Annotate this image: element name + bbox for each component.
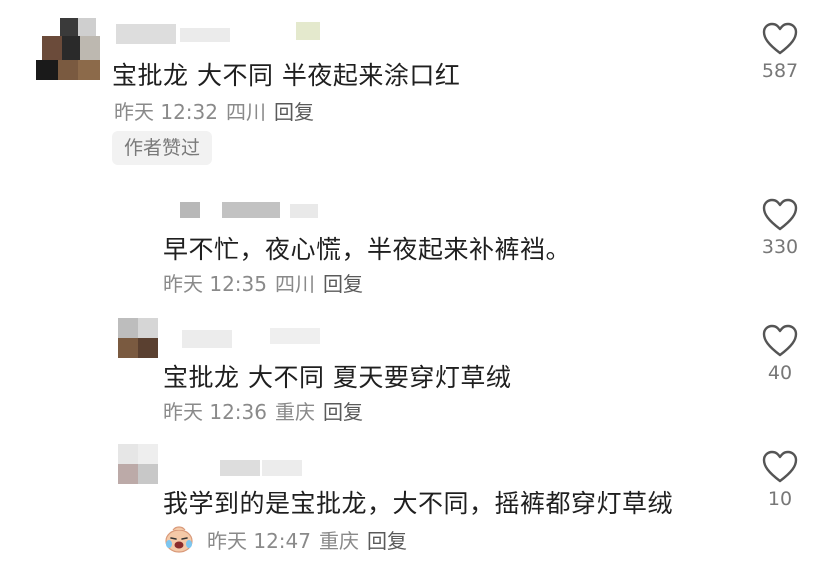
comment-meta: 昨天 12:35 四川 回复 — [163, 268, 371, 297]
comment-text: 宝批龙 大不同 夏天要穿灯草绒 — [163, 363, 512, 392]
comment-location: 四川 — [275, 272, 315, 296]
reply-button[interactable]: 回复 — [323, 400, 363, 424]
comment-meta: 昨天 12:32 四川 回复 — [114, 96, 322, 125]
comment-time: 昨天 12:36 — [163, 400, 267, 424]
comment-location: 四川 — [226, 100, 266, 124]
comment-time: 昨天 12:32 — [114, 100, 218, 124]
like-count: 40 — [767, 362, 793, 384]
comment-time: 昨天 12:47 — [207, 529, 311, 553]
like-count: 330 — [761, 236, 799, 258]
comment-location: 重庆 — [319, 529, 359, 553]
heart-outline-icon — [762, 22, 798, 55]
comment-meta: 昨天 12:36 重庆 回复 — [163, 396, 371, 425]
like-button[interactable]: 587 — [750, 22, 810, 82]
comment-meta: 昨天 12:47 重庆 回复 — [163, 524, 415, 559]
like-button[interactable]: 40 — [750, 324, 810, 384]
like-count: 10 — [767, 488, 793, 510]
reply-button[interactable]: 回复 — [323, 272, 363, 296]
comment-text: 宝批龙 大不同 半夜起来涂口红 — [112, 61, 461, 90]
heart-outline-icon — [762, 198, 798, 231]
reply-button[interactable]: 回复 — [274, 100, 314, 124]
author-liked-badge: 作者赞过 — [112, 131, 213, 165]
reply-button[interactable]: 回复 — [367, 529, 407, 553]
comment-text: 早不忙，夜心慌，半夜起来补裤裆。 — [163, 235, 572, 264]
heart-outline-icon — [762, 450, 798, 483]
avatar[interactable] — [36, 18, 102, 84]
comment-time: 昨天 12:35 — [163, 272, 267, 296]
avatar[interactable] — [118, 444, 160, 486]
heart-outline-icon — [762, 324, 798, 357]
avatar[interactable] — [118, 318, 160, 360]
like-button[interactable]: 10 — [750, 450, 810, 510]
like-button[interactable]: 330 — [750, 198, 810, 258]
comment-location: 重庆 — [275, 400, 315, 424]
crying-laughing-emoji-icon — [163, 524, 195, 559]
like-count: 587 — [761, 60, 799, 82]
comment-text: 我学到的是宝批龙，大不同，摇裤都穿灯草绒 — [163, 489, 674, 518]
